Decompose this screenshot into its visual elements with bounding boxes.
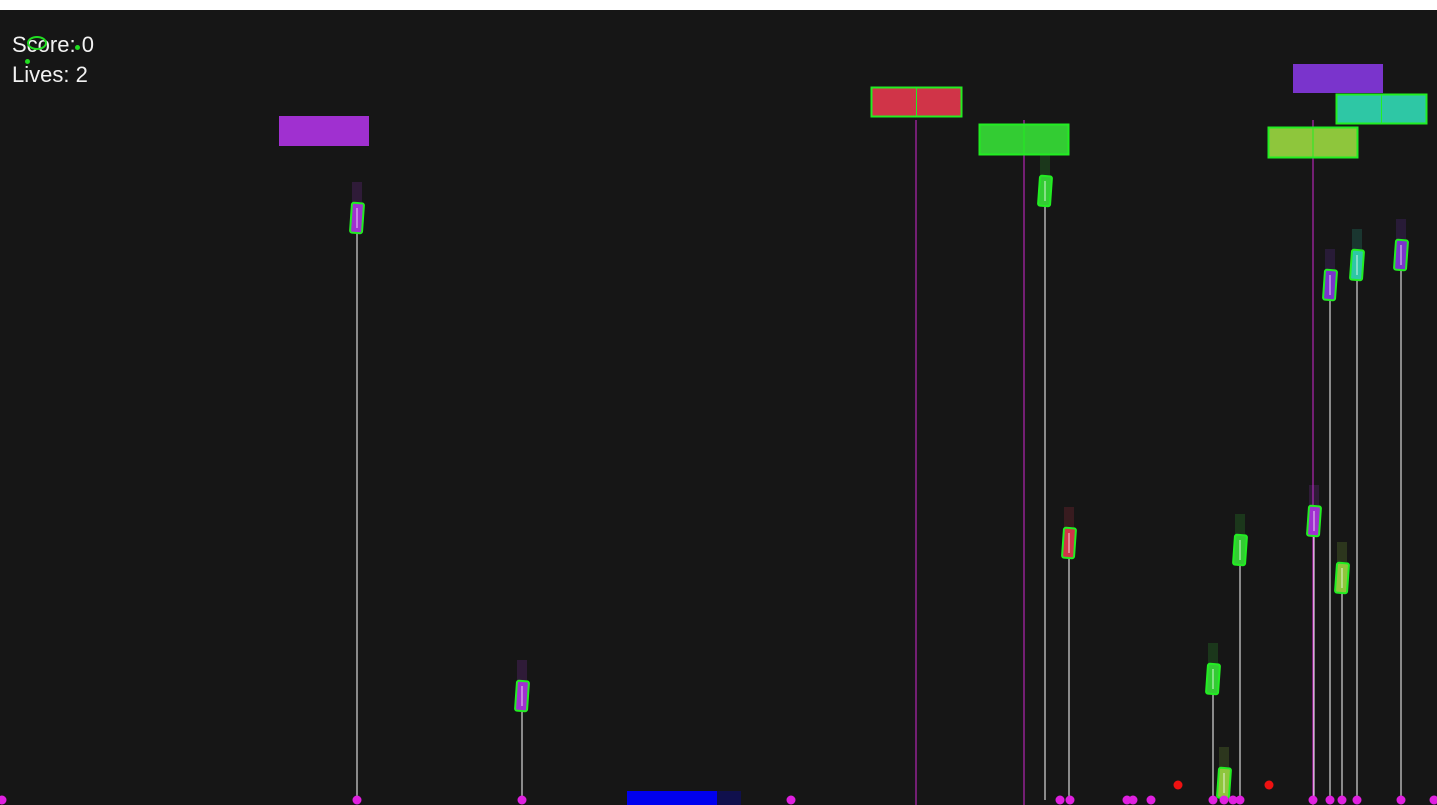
ground-marker [1208,795,1218,805]
enemy-ship-body [1293,64,1383,93]
enemy-ship[interactable] [978,123,1070,156]
ground-marker [0,795,7,805]
hook-trail [1219,747,1229,767]
hook-pod[interactable] [1306,485,1322,538]
hook-trail [517,660,527,680]
ground-marker [352,795,362,805]
enemy-ship[interactable] [1335,93,1428,125]
hook-pods [349,155,1409,800]
tether-lines [356,120,1402,805]
ground-marker [1429,795,1437,805]
projectile [1264,780,1274,790]
hook-pod[interactable] [1205,643,1221,696]
ground-marker [517,795,527,805]
ground-marker [1235,795,1245,805]
hook-pod[interactable] [1037,155,1053,208]
hook-trail [1040,155,1050,175]
hook-pod[interactable] [514,660,530,713]
game-canvas[interactable]: Score: 0 Lives: 2 [0,10,1437,805]
hook-pod[interactable] [1216,747,1232,800]
player-ship[interactable] [627,791,741,805]
debug-dot-icon [75,45,80,50]
ground-marker [1396,795,1406,805]
projectile [1173,780,1183,790]
hook-trail [1208,643,1218,663]
hook-trail [1396,219,1406,239]
player-body [627,791,717,805]
hook-pod[interactable] [1349,229,1365,282]
ground-marker [1325,795,1335,805]
ground-marker [1352,795,1362,805]
hook-pod[interactable] [1393,219,1409,272]
hook-trail [1064,507,1074,527]
ground-marker [1219,795,1229,805]
enemy-ship[interactable] [1267,126,1359,159]
hook-pod[interactable] [1232,514,1248,567]
play-field [0,64,1437,805]
player-layer [627,791,741,805]
ground-marker [1308,795,1318,805]
ground-marker [1065,795,1075,805]
enemy-ship[interactable] [1293,64,1383,93]
hook-trail [1352,229,1362,249]
enemy-ship[interactable] [870,86,963,118]
debug-ring-icon [27,36,47,50]
hook-pod[interactable] [1061,507,1077,560]
ground-marker [1146,795,1156,805]
enemy-ships [279,64,1428,159]
hook-trail [1325,249,1335,269]
ground-marker [786,795,796,805]
ground-marker [1128,795,1138,805]
hook-trail [1309,485,1319,505]
hook-pod[interactable] [1334,542,1350,595]
hook-trail [1337,542,1347,562]
debug-dot-icon [25,59,30,64]
hook-pod[interactable] [1322,249,1338,302]
enemy-ship-body [279,116,369,146]
hook-pod[interactable] [349,182,365,235]
hook-trail [352,182,362,202]
ground-marker [1337,795,1347,805]
hook-trail [1235,514,1245,534]
ground-marker [1055,795,1065,805]
enemy-ship[interactable] [279,116,369,146]
player-trail [717,791,741,805]
